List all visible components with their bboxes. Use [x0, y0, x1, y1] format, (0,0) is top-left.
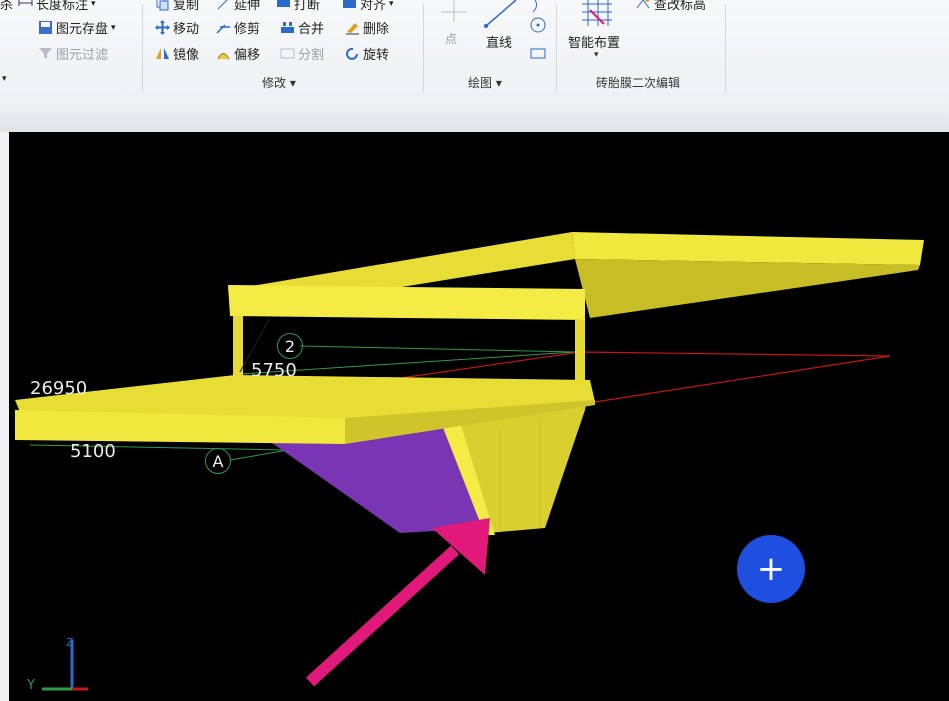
ucs-axis-icon: [42, 640, 88, 691]
beam-right-side: [575, 259, 920, 318]
plus-icon: +: [756, 549, 786, 589]
ucs-z-label: Z: [66, 636, 74, 649]
add-floating-button[interactable]: +: [737, 535, 805, 603]
dimension-label-26950: 26950: [30, 378, 88, 399]
post-left: [233, 316, 243, 380]
model-drawing: [15, 232, 924, 691]
axis-label-a: A: [205, 448, 231, 474]
axis-label-2: 2: [277, 333, 303, 359]
dimension-label-5750: 5750: [251, 360, 297, 381]
dimension-label-5100: 5100: [70, 441, 116, 462]
beam-front-far: [228, 285, 585, 320]
ucs-y-label: Y: [27, 678, 35, 693]
pointer-arrow: [305, 518, 490, 687]
post-right: [575, 320, 585, 380]
